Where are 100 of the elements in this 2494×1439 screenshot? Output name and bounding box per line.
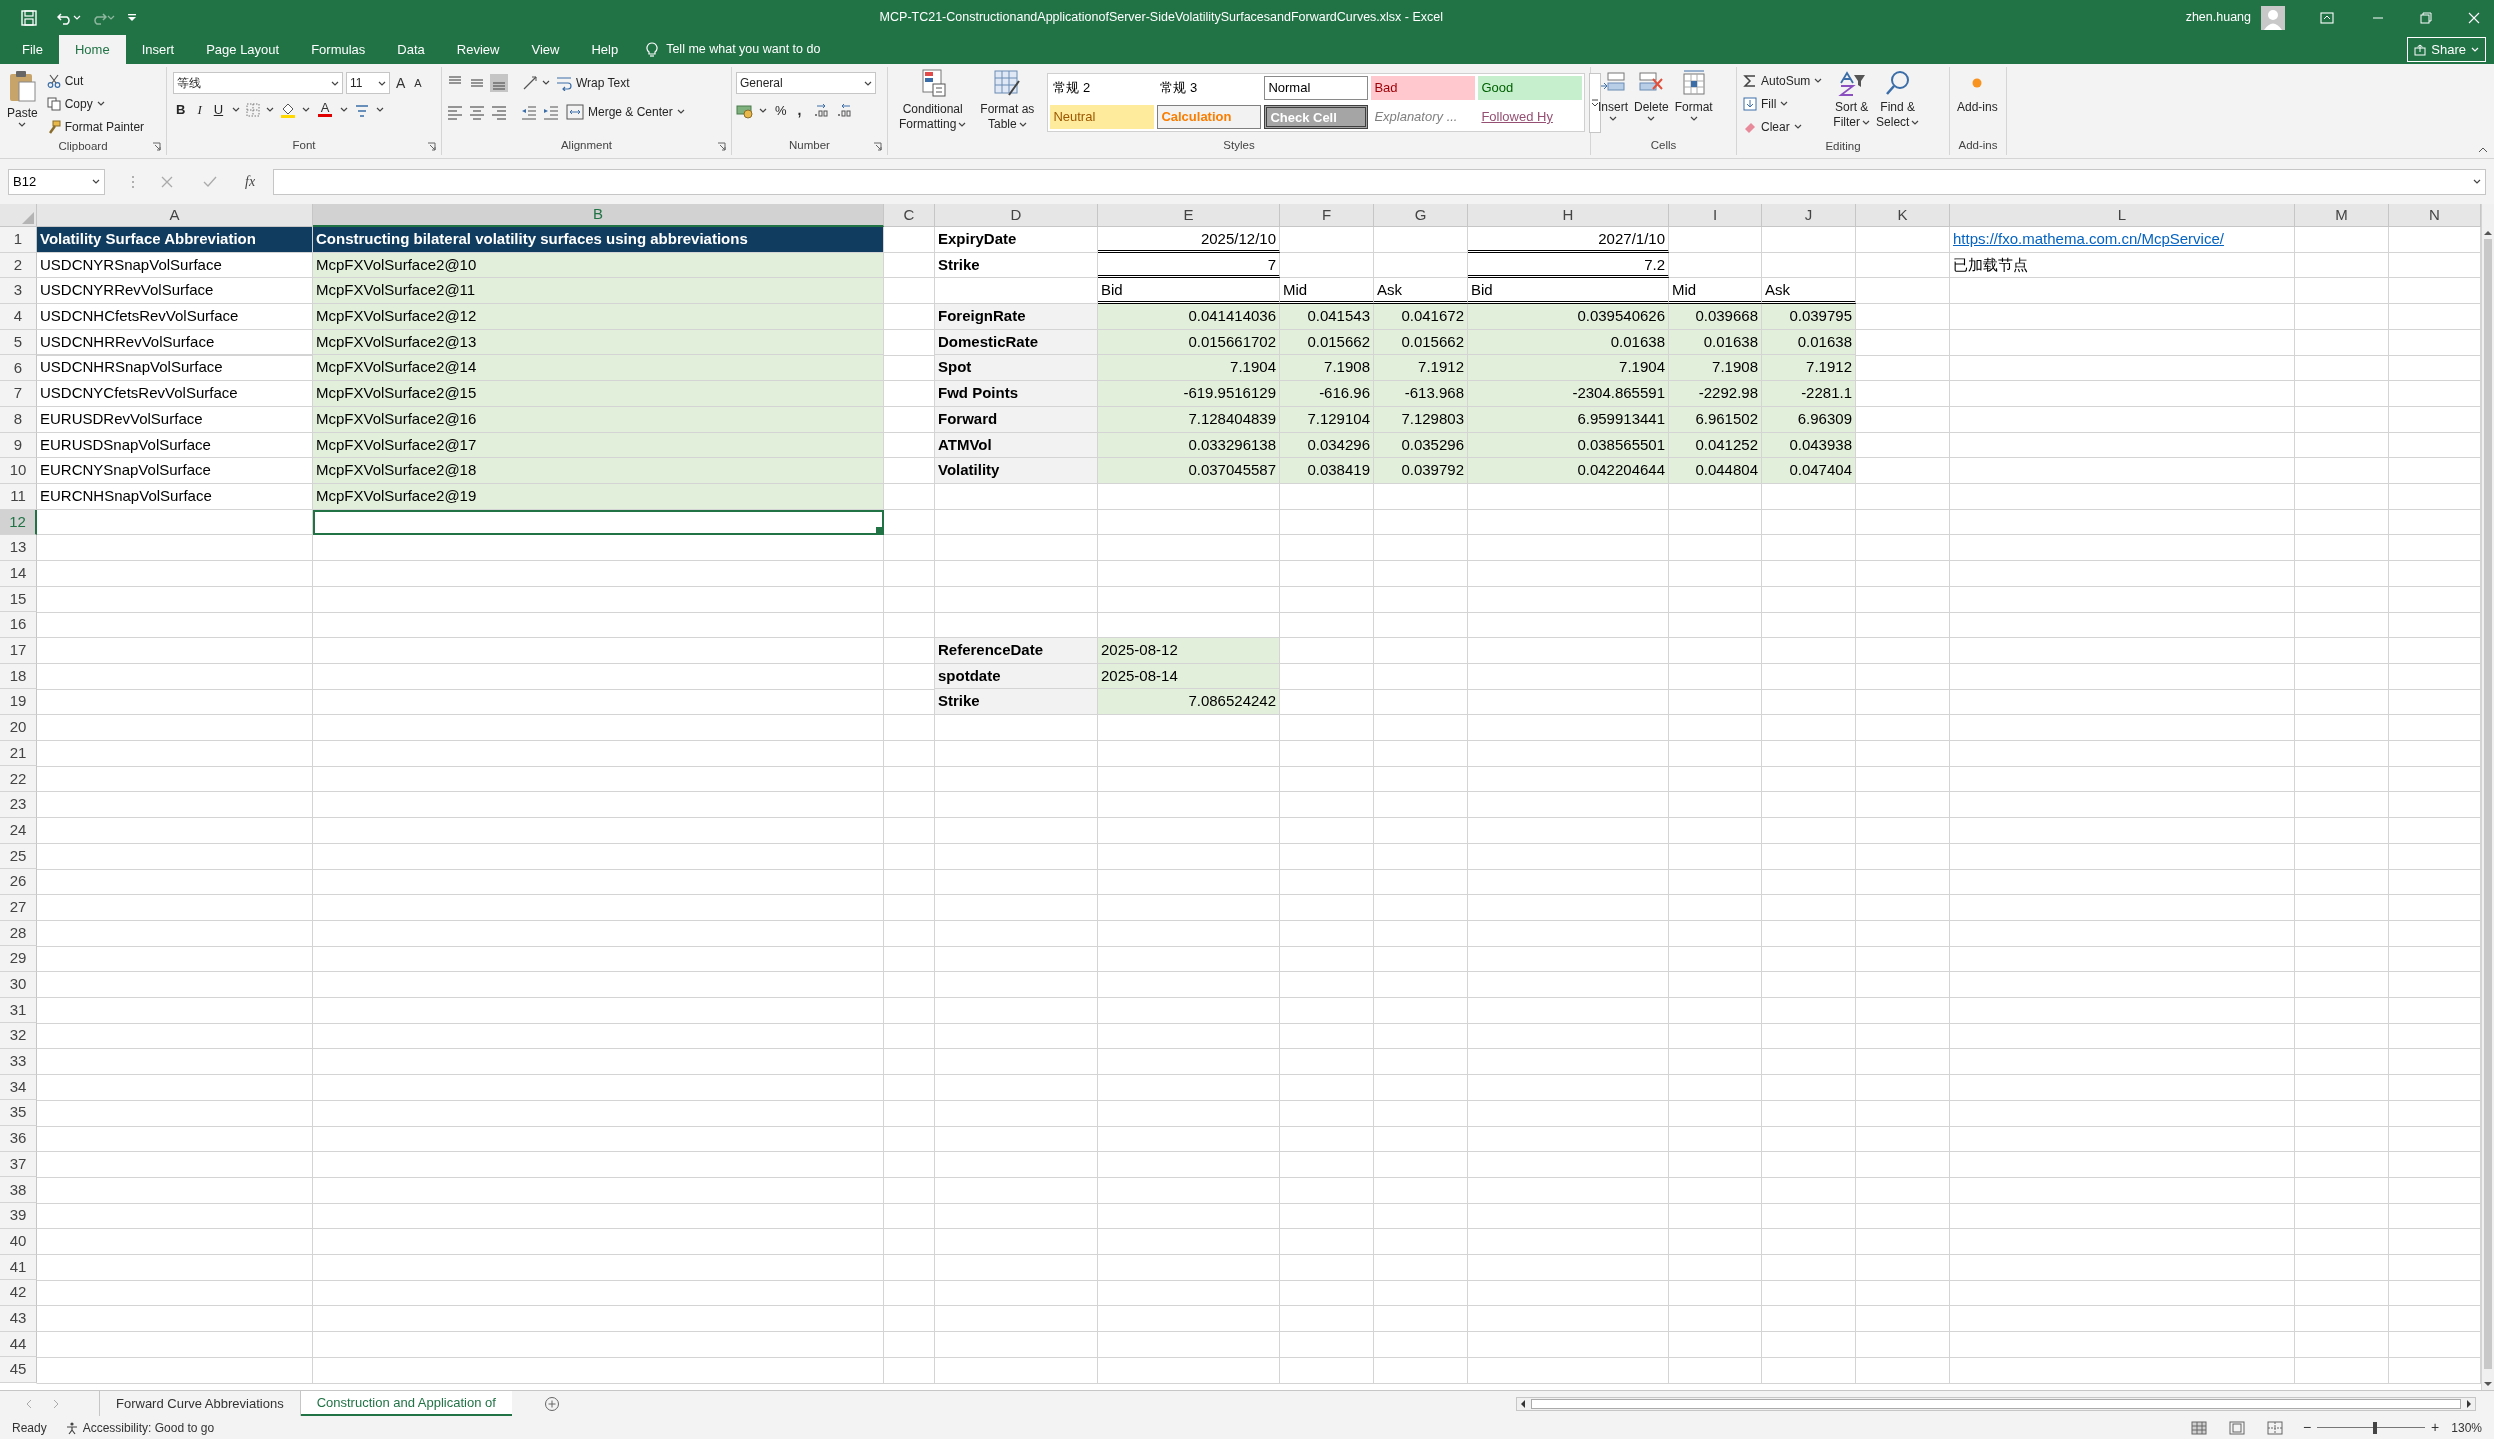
cell-style-option[interactable]: Good [1478, 76, 1583, 100]
caret-icon[interactable] [302, 106, 311, 114]
conditional-formatting-button[interactable]: Conditional Formatting [896, 69, 970, 132]
row-header[interactable]: 15 [0, 586, 37, 613]
active-cell[interactable] [313, 509, 884, 536]
column-header[interactable]: E [1098, 204, 1280, 227]
restore-icon[interactable] [2420, 11, 2432, 24]
caret-icon[interactable] [92, 178, 100, 185]
menu-tab[interactable]: File [6, 35, 59, 64]
row-header[interactable]: 37 [0, 1151, 37, 1178]
bottom-align-icon[interactable] [490, 73, 508, 92]
row-header[interactable]: 18 [0, 663, 37, 690]
menu-tab[interactable]: Home [58, 35, 126, 64]
italic-button[interactable]: I [194, 100, 205, 120]
row-header[interactable]: 34 [0, 1074, 37, 1101]
cell-style-option[interactable]: 常规 2 [1050, 76, 1155, 100]
caret-icon[interactable] [1911, 119, 1920, 126]
column-header[interactable]: M [2295, 204, 2389, 227]
caret-icon[interactable] [18, 121, 27, 128]
row-header[interactable]: 1 [0, 227, 37, 253]
row-header[interactable]: 7 [0, 381, 37, 407]
row-header[interactable]: 5 [0, 329, 37, 356]
customize-icon[interactable] [127, 12, 137, 23]
font-name-dropdown[interactable]: 等线 [173, 72, 343, 94]
normal-view-icon[interactable] [2190, 1420, 2207, 1435]
menu-tab[interactable]: Review [440, 35, 516, 64]
caret-icon[interactable] [759, 107, 767, 114]
row-header[interactable]: 43 [0, 1305, 37, 1332]
sheet-tab[interactable]: Construction and Application of [300, 1391, 512, 1416]
page-break-preview-icon[interactable] [2266, 1420, 2283, 1435]
caret-icon[interactable] [676, 108, 685, 115]
avatar-icon[interactable] [2261, 5, 2285, 30]
cell-style-option[interactable]: Bad [1371, 76, 1476, 100]
caret-icon[interactable] [1862, 119, 1871, 126]
dialog-launcher-icon[interactable] [427, 141, 436, 151]
fill-button[interactable]: Fill [1741, 92, 1825, 115]
column-header[interactable]: H [1468, 204, 1669, 227]
name-box[interactable]: B12 [8, 168, 105, 195]
redo-icon[interactable] [91, 10, 107, 25]
orientation-icon[interactable] [522, 74, 538, 91]
row-header[interactable]: 12 [0, 509, 37, 536]
caret-icon[interactable] [1647, 115, 1656, 122]
caret-icon[interactable] [1689, 115, 1698, 122]
caret-icon[interactable] [958, 121, 967, 128]
delete-button[interactable]: Delete [1631, 69, 1672, 122]
zoom-in-button[interactable]: + [2431, 1417, 2440, 1438]
row-header[interactable]: 38 [0, 1177, 37, 1204]
cell-style-option[interactable]: Neutral [1050, 105, 1155, 129]
caret-icon[interactable] [1609, 115, 1617, 122]
add-ins-button[interactable]: Add-ins [1954, 69, 2001, 115]
insert-button[interactable]: Insert [1595, 69, 1631, 122]
row-header[interactable]: 9 [0, 432, 37, 459]
row-header[interactable]: 28 [0, 920, 37, 947]
row-header[interactable]: 31 [0, 997, 37, 1024]
format-painter-button[interactable]: Format Painter [44, 115, 147, 138]
column-header[interactable]: F [1280, 204, 1374, 227]
zoom-slider[interactable] [2317, 1421, 2426, 1434]
merge-center-button[interactable]: Merge & Center [564, 100, 687, 123]
format-as-table-button[interactable]: Format as Table [977, 69, 1038, 132]
caret-icon[interactable] [1793, 123, 1802, 130]
caret-icon[interactable] [331, 79, 339, 87]
caret-icon[interactable] [1018, 121, 1027, 128]
column-header[interactable]: J [1762, 204, 1856, 227]
row-header[interactable]: 35 [0, 1100, 37, 1127]
column-header[interactable]: B [313, 204, 884, 227]
bold-button[interactable]: B [173, 100, 189, 120]
underline-button[interactable]: U [210, 100, 227, 120]
menu-tab[interactable]: Formulas [295, 35, 382, 64]
menu-tab[interactable]: Insert [125, 35, 191, 64]
caret-icon[interactable] [340, 106, 349, 114]
tell-me-search[interactable]: Tell me what you want to do [666, 40, 821, 59]
decrease-font-size-button[interactable]: A [411, 74, 425, 92]
paste-button[interactable]: Paste [4, 69, 41, 128]
row-header[interactable]: 42 [0, 1280, 37, 1306]
menu-tab[interactable]: Help [575, 35, 635, 64]
hyperlink[interactable]: https://fxo.mathema.com.cn/McpService/ [1950, 227, 2295, 253]
cell-style-option[interactable]: Explanatory ... [1371, 105, 1476, 129]
collapse-ribbon-icon[interactable] [2478, 146, 2488, 154]
dialog-launcher-icon[interactable] [873, 141, 882, 151]
column-header[interactable]: G [1374, 204, 1468, 227]
row-header[interactable]: 24 [0, 817, 37, 844]
row-header[interactable]: 22 [0, 766, 37, 793]
autosum-button[interactable]: AutoSum [1741, 69, 1825, 92]
row-header[interactable]: 6 [0, 355, 37, 382]
increase-font-size-button[interactable]: A [393, 72, 409, 94]
ribbon-display-icon[interactable] [2320, 11, 2334, 24]
column-header[interactable]: N [2389, 204, 2481, 227]
font-size-dropdown[interactable]: 11 [346, 72, 390, 94]
row-header[interactable]: 23 [0, 792, 37, 818]
row-header[interactable]: 36 [0, 1126, 37, 1152]
column-header[interactable]: I [1669, 204, 1762, 227]
percent-style-button[interactable]: % [772, 100, 790, 121]
column-header[interactable]: L [1950, 204, 2295, 227]
formula-input[interactable] [273, 168, 2486, 195]
menu-tab[interactable]: Page Layout [190, 35, 296, 64]
row-header[interactable]: 41 [0, 1254, 37, 1281]
menu-tab[interactable]: View [515, 35, 576, 64]
caret-icon[interactable] [1814, 77, 1823, 84]
row-header[interactable]: 33 [0, 1049, 37, 1075]
column-header[interactable]: K [1856, 204, 1950, 227]
